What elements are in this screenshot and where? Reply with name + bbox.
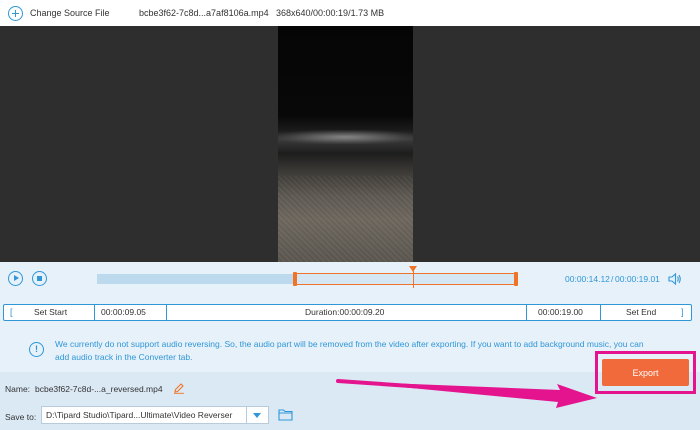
pencil-icon[interactable] <box>173 382 185 394</box>
volume-icon[interactable] <box>668 272 682 286</box>
video-sand-detail <box>278 176 413 262</box>
trim-start-handle[interactable] <box>293 272 297 286</box>
save-path-field[interactable]: D:\Tipard Studio\Tipard...Ultimate\Video… <box>41 406 247 424</box>
trim-bar: [ Set Start 00:00:09.05 Duration:00:00:0… <box>0 296 700 330</box>
folder-icon[interactable] <box>278 408 293 421</box>
divider <box>94 305 95 320</box>
current-time: 00:00:14.12 <box>565 274 610 284</box>
playback-controls: 00:00:14.12 / 00:00:19.01 <box>0 262 700 296</box>
save-to-label: Save to: <box>5 412 37 422</box>
trim-end-handle[interactable] <box>514 272 518 286</box>
plus-circle-icon <box>8 5 23 21</box>
right-bracket: ] <box>681 307 684 317</box>
total-time: 00:00:19.01 <box>615 274 660 284</box>
divider <box>600 305 601 320</box>
source-file-info: 368x640/00:00:19/1.73 MB <box>276 8 385 18</box>
video-frame <box>278 26 413 262</box>
set-start-button[interactable]: Set Start <box>34 305 67 320</box>
export-button[interactable]: Export <box>602 359 689 386</box>
export-highlight-box: Export <box>595 351 696 394</box>
play-icon[interactable] <box>8 271 23 286</box>
time-separator: / <box>611 274 614 284</box>
playhead-line[interactable] <box>413 270 414 288</box>
duration-label: Duration:00:00:09.20 <box>305 307 385 317</box>
divider <box>166 305 167 320</box>
notice-text: We currently do not support audio revers… <box>55 339 644 362</box>
video-preview-area <box>0 26 700 262</box>
name-label: Name: <box>5 384 31 394</box>
video-wave-detail <box>278 130 413 144</box>
end-time-field[interactable]: 00:00:19.00 <box>538 305 583 320</box>
output-file-name: bcbe3f62-7c8d-...a_reversed.mp4 <box>35 384 163 394</box>
start-time-field[interactable]: 00:00:09.05 <box>101 305 146 320</box>
change-source-label: Change Source File <box>30 8 110 18</box>
left-bracket: [ <box>10 307 13 317</box>
stop-icon[interactable] <box>32 271 47 286</box>
timeline-selection <box>295 273 516 285</box>
change-source-button[interactable]: Change Source File <box>8 5 110 21</box>
set-end-button[interactable]: Set End <box>626 305 656 320</box>
top-bar: Change Source File bcbe3f62-7c8d...a7af8… <box>0 0 700 26</box>
divider <box>526 305 527 320</box>
chevron-down-icon[interactable] <box>247 406 269 424</box>
source-file-name: bcbe3f62-7c8d...a7af8106a.mp4 <box>139 8 269 18</box>
trim-row: [ Set Start 00:00:09.05 Duration:00:00:0… <box>3 304 692 321</box>
playhead-marker[interactable] <box>409 266 417 272</box>
info-icon: ! <box>29 342 44 357</box>
